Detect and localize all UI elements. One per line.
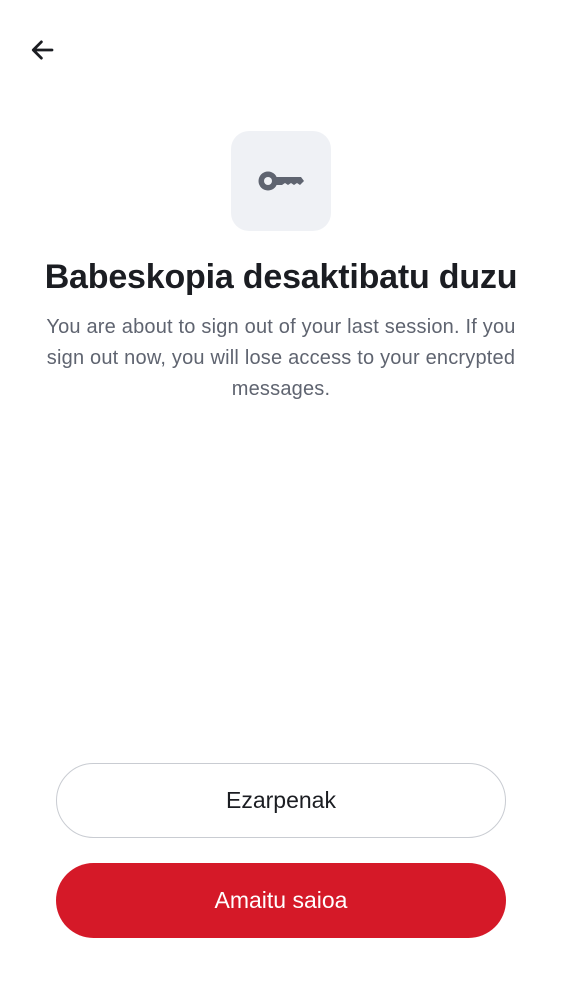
sign-out-button-label: Amaitu saioa [214,887,348,913]
key-icon-tile [231,131,331,231]
settings-button-label: Ezarpenak [226,787,336,813]
sign-out-backup-warning-screen: Babeskopia desaktibatu duzu You are abou… [0,0,562,1000]
sign-out-button[interactable]: Amaitu saioa [56,863,506,938]
arrow-left-icon [31,40,54,60]
warning-description: You are about to sign out of your last s… [46,316,516,400]
key-icon [258,171,304,191]
back-button[interactable] [18,26,66,74]
settings-button[interactable]: Ezarpenak [56,763,506,838]
page-title: Babeskopia desaktibatu duzu [44,258,518,296]
